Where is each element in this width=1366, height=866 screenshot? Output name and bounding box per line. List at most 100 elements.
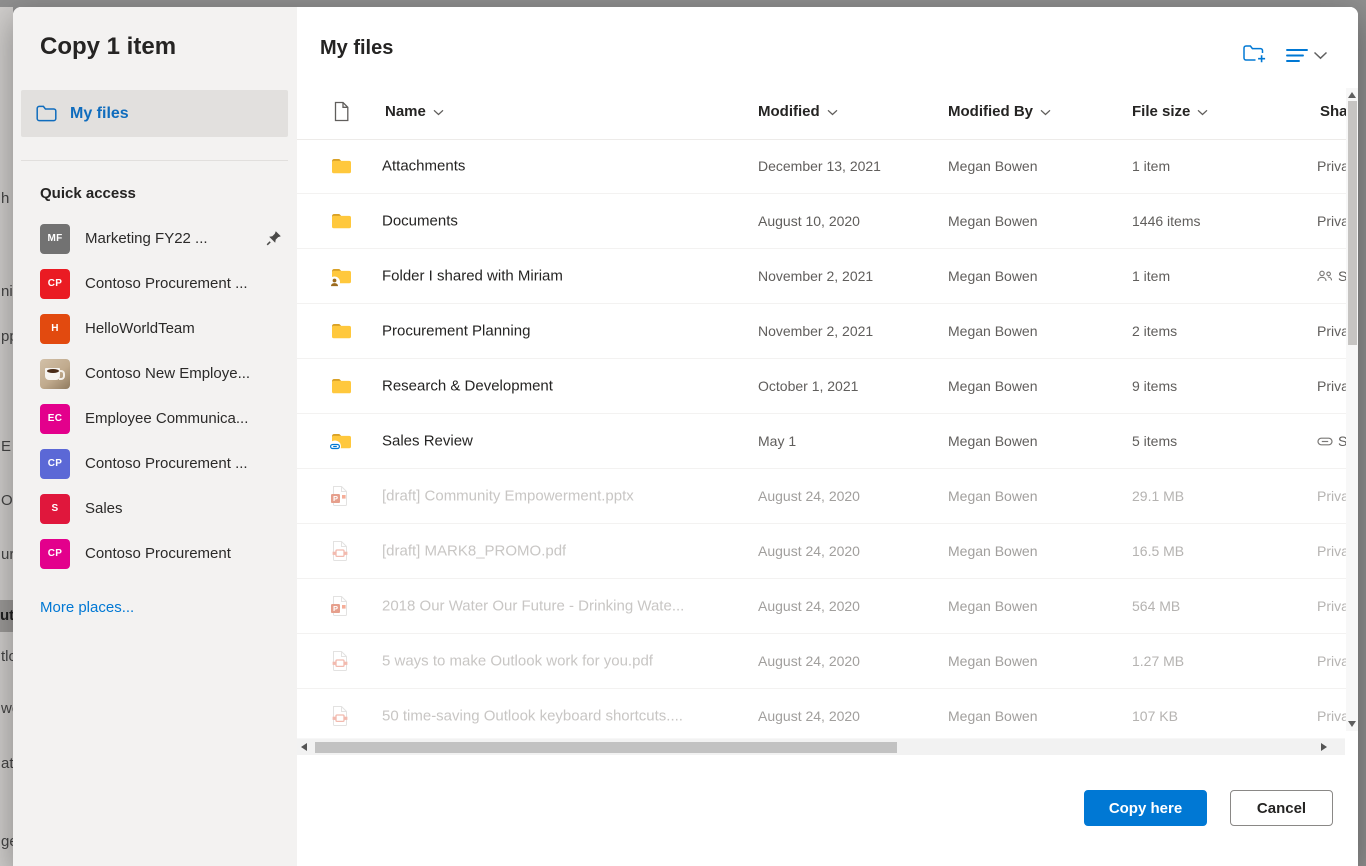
- background-text-fragment: h: [1, 190, 9, 207]
- file-name: Research & Development: [382, 378, 553, 395]
- vertical-scrollbar-thumb[interactable]: [1348, 101, 1357, 345]
- modified-date: October 1, 2021: [758, 378, 858, 394]
- quick-access-item[interactable]: CPContoso Procurement ...: [13, 261, 297, 306]
- folder-icon: [331, 213, 352, 230]
- quick-access-item[interactable]: MF Marketing FY22 ...: [13, 216, 297, 261]
- file-name: Sales Review: [382, 433, 473, 450]
- quick-access-item[interactable]: H HelloWorldTeam: [13, 306, 297, 351]
- site-initials-tile: EC: [40, 404, 70, 434]
- site-initials-tile: MF: [40, 224, 70, 254]
- modified-date: August 24, 2020: [758, 708, 860, 724]
- modified-date: May 1: [758, 433, 796, 449]
- column-header-file-size[interactable]: File size: [1132, 103, 1208, 120]
- powerpoint-file-icon: P: [331, 596, 349, 617]
- modified-by: Megan Bowen: [948, 158, 1038, 174]
- vertical-scrollbar[interactable]: [1346, 88, 1358, 731]
- sharing-status: Private: [1317, 213, 1346, 229]
- file-size: 107 KB: [1132, 708, 1178, 724]
- modified-by: Megan Bowen: [948, 433, 1038, 449]
- site-initials-tile: H: [40, 314, 70, 344]
- pdf-file-icon: [331, 651, 349, 672]
- file-size: 1 item: [1132, 268, 1170, 284]
- table-row[interactable]: Research & Development October 1, 2021 Meg…: [297, 359, 1346, 414]
- shared-people-icon: [1317, 270, 1333, 282]
- folder-icon: [331, 323, 352, 340]
- file-name: [draft] Community Empowerment.pptx: [382, 488, 634, 505]
- modified-date: November 2, 2021: [758, 268, 873, 284]
- quick-access-item-label: Sales: [85, 500, 123, 517]
- background-text-fragment: ge: [1, 833, 13, 850]
- file-name: 50 time-saving Outlook keyboard shortcut…: [382, 708, 683, 725]
- column-header-modified-by[interactable]: Modified By: [948, 103, 1051, 120]
- quick-access-item-label: Contoso Procurement ...: [85, 275, 248, 292]
- table-row[interactable]: Folder I shared with MiriamNovember 2, 2…: [297, 249, 1346, 304]
- link-shared-badge-icon: [329, 441, 341, 453]
- copy-here-button[interactable]: Copy here: [1084, 790, 1207, 826]
- table-row: [draft] MARK8_PROMO.pdfAugust 24, 2020Me…: [297, 524, 1346, 579]
- table-row[interactable]: Sales ReviewMay 1Megan Bowen5 itemsShare…: [297, 414, 1346, 469]
- column-header-sharing[interactable]: Sharing: [1320, 103, 1346, 120]
- quick-access-item[interactable]: CPContoso Procurement: [13, 531, 297, 576]
- modified-date: August 24, 2020: [758, 543, 860, 559]
- quick-access-item-label: Marketing FY22 ...: [85, 230, 208, 247]
- scroll-down-arrow[interactable]: [1348, 721, 1356, 727]
- background-text-fragment: nir: [1, 283, 13, 300]
- quick-access-item-label: Contoso Procurement: [85, 545, 231, 562]
- table-row: P[draft] Community Empowerment.pptxAugus…: [297, 469, 1346, 524]
- quick-access-item[interactable]: CPContoso Procurement ...: [13, 441, 297, 486]
- folder-icon: [331, 378, 352, 395]
- horizontal-scrollbar[interactable]: [297, 738, 1345, 755]
- table-row[interactable]: DocumentsAugust 10, 2020Megan Bowen1446 …: [297, 194, 1346, 249]
- file-size: 1 item: [1132, 158, 1170, 174]
- file-name: Procurement Planning: [382, 323, 530, 340]
- file-table-body: AttachmentsDecember 13, 2021Megan Bowen1…: [297, 139, 1346, 738]
- scroll-left-arrow[interactable]: [301, 743, 307, 751]
- modified-by: Megan Bowen: [948, 378, 1038, 394]
- background-text-fragment: we: [1, 700, 13, 717]
- site-photo-thumbnail: [40, 359, 70, 389]
- modified-by: Megan Bowen: [948, 598, 1038, 614]
- quick-access-item[interactable]: Contoso New Employe...: [13, 351, 297, 396]
- dialog-sidebar: Copy 1 item My files Quick access MFMark…: [13, 7, 297, 866]
- powerpoint-file-icon: P: [331, 486, 349, 507]
- background-text-fragment: ut: [0, 600, 13, 632]
- sidebar-divider: [21, 160, 288, 161]
- sharing-status: Private: [1317, 653, 1346, 669]
- background-text-fragment: ur: [1, 546, 13, 563]
- quick-access-heading: Quick access: [40, 185, 136, 202]
- folder-icon: [331, 158, 352, 175]
- column-header-name[interactable]: Name: [385, 103, 444, 120]
- quick-access-item[interactable]: EC Employee Communica...: [13, 396, 297, 441]
- file-type-column-icon[interactable]: [333, 101, 350, 127]
- table-row[interactable]: AttachmentsDecember 13, 2021Megan Bowen1…: [297, 139, 1346, 194]
- more-places-link[interactable]: More places...: [40, 599, 134, 616]
- sharing-status: Private: [1317, 323, 1346, 339]
- pdf-file-icon: [331, 541, 349, 562]
- quick-access-item-label: HelloWorldTeam: [85, 320, 195, 337]
- shared-link-icon: [1317, 437, 1333, 446]
- quick-access-item-label: Contoso New Employe...: [85, 365, 250, 382]
- modified-date: August 24, 2020: [758, 598, 860, 614]
- background-text-fragment: tlo: [1, 648, 13, 665]
- scroll-right-arrow[interactable]: [1321, 743, 1327, 751]
- sidebar-item-my-files[interactable]: My files: [21, 90, 288, 137]
- sharing-status: Private: [1317, 488, 1346, 504]
- column-header-modified[interactable]: Modified: [758, 103, 838, 120]
- folder-outline-icon: [36, 105, 57, 122]
- pdf-file-icon: [331, 706, 349, 727]
- modified-date: December 13, 2021: [758, 158, 881, 174]
- file-size: 16.5 MB: [1132, 543, 1184, 559]
- file-size: 564 MB: [1132, 598, 1180, 614]
- sharing-status: Private: [1317, 543, 1346, 559]
- modified-by: Megan Bowen: [948, 213, 1038, 229]
- quick-access-item[interactable]: SSales: [13, 486, 297, 531]
- file-size: 9 items: [1132, 378, 1177, 394]
- background-page-edge: hnirppEONuruttloweatge: [0, 7, 13, 866]
- sharing-status: Private: [1317, 598, 1346, 614]
- cancel-button[interactable]: Cancel: [1230, 790, 1333, 826]
- horizontal-scrollbar-thumb[interactable]: [315, 742, 897, 753]
- scroll-up-arrow[interactable]: [1348, 92, 1356, 98]
- table-row[interactable]: Procurement PlanningNovember 2, 2021Mega…: [297, 304, 1346, 359]
- sharing-status: Shared: [1317, 268, 1346, 284]
- quick-access-item-label: Employee Communica...: [85, 410, 248, 427]
